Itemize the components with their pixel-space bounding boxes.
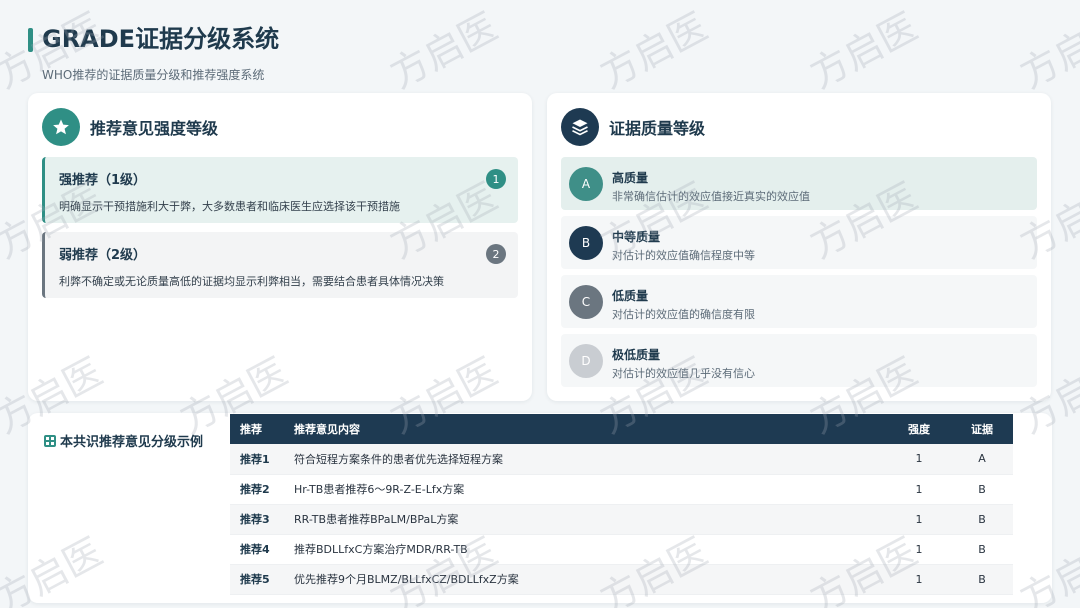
examples-card: 本共识推荐意见分级示例 推荐 推荐意见内容 强度 证据 推荐1 符合短程方案条件… [28,413,1052,603]
watermark: 方启医 [592,4,715,97]
quality-description: 非常确信估计的效应值接近真实的效应值 [612,190,810,203]
examples-table: 推荐 推荐意见内容 强度 证据 推荐1 符合短程方案条件的患者优先选择短程方案 … [230,414,1013,595]
watermark: 方启医 [382,4,505,97]
quality-title: 极低质量 [612,348,661,362]
quality-title: 中等质量 [612,230,661,244]
cell-recommendation: 推荐5 [230,564,284,595]
examples-heading: 本共识推荐意见分级示例 [44,431,203,450]
quality-letter-badge: C [569,285,603,319]
cell-evidence: A [951,444,1013,475]
examples-label: 本共识推荐意见分级示例 [60,435,204,450]
quality-title: 高质量 [612,171,649,185]
rec-title: 弱推荐（2级） [59,248,147,263]
page-header: GRADE证据分级系统 WHO推荐的证据质量分级和推荐强度系统 [28,22,280,82]
card-title: 推荐意见强度等级 [90,119,219,138]
evidence-quality-card: 证据质量等级 A 高质量 非常确信估计的效应值接近真实的效应值 B 中等质量 对… [547,93,1051,401]
cell-evidence: B [951,534,1013,565]
page-title: GRADE证据分级系统 [42,25,280,53]
quality-description: 对估计的效应值的确信度有限 [612,308,755,321]
table-header-row: 推荐 推荐意见内容 强度 证据 [230,414,1013,444]
recommendation-strength-card: 推荐意见强度等级 强推荐（1级） 明确显示干预措施利大于弊，大多数患者和临床医生… [28,93,532,401]
cell-strength: 1 [887,504,951,535]
col-header-evidence: 证据 [971,423,993,436]
cell-content: Hr-TB患者推荐6～9R-Z-E-Lfx方案 [284,474,887,505]
quality-title: 低质量 [612,289,649,303]
table-row: 推荐1 符合短程方案条件的患者优先选择短程方案 1 A [230,444,1013,475]
rec-description: 明确显示干预措施利大于弊，大多数患者和临床医生应选择该干预措施 [59,200,400,213]
cell-content: 推荐BDLLfxC方案治疗MDR/RR-TB [284,534,887,565]
table-row: 推荐4 推荐BDLLfxC方案治疗MDR/RR-TB 1 B [230,534,1013,565]
weak-recommendation-item: 弱推荐（2级） 利弊不确定或无论质量高低的证据均显示利弊相当，需要结合患者具体情… [42,232,518,298]
layers-icon [561,108,599,146]
cell-recommendation: 推荐1 [230,444,284,475]
page-subtitle: WHO推荐的证据质量分级和推荐强度系统 [42,68,265,82]
quality-description: 对估计的效应值确信程度中等 [612,249,755,262]
quality-item-d: D 极低质量 对估计的效应值几乎没有信心 [561,334,1037,387]
table-row: 推荐5 优先推荐9个月BLMZ/BLLfxCZ/BDLLfxZ方案 1 B [230,564,1013,595]
cell-strength: 1 [887,474,951,505]
cell-content: 符合短程方案条件的患者优先选择短程方案 [284,444,887,475]
cell-evidence: B [951,504,1013,535]
cell-recommendation: 推荐3 [230,504,284,535]
quality-description: 对估计的效应值几乎没有信心 [612,367,755,380]
quality-letter-badge: A [569,167,603,201]
level-badge: 2 [486,244,506,264]
cell-evidence: B [951,564,1013,595]
table-row: 推荐2 Hr-TB患者推荐6～9R-Z-E-Lfx方案 1 B [230,474,1013,505]
quality-item-a: A 高质量 非常确信估计的效应值接近真实的效应值 [561,157,1037,210]
rec-description: 利弊不确定或无论质量高低的证据均显示利弊相当，需要结合患者具体情况决策 [59,275,444,288]
card-header: 推荐意见强度等级 [42,107,218,147]
rec-title: 强推荐（1级） [59,173,147,188]
cell-recommendation: 推荐4 [230,534,284,565]
cell-strength: 1 [887,444,951,475]
quality-letter-badge: D [569,344,603,378]
strong-recommendation-item: 强推荐（1级） 明确显示干预措施利大于弊，大多数患者和临床医生应选择该干预措施 … [42,157,518,223]
level-badge: 1 [486,169,506,189]
quality-letter-badge: B [569,226,603,260]
star-icon [42,108,80,146]
table-row: 推荐3 RR-TB患者推荐BPaLM/BPaL方案 1 B [230,504,1013,535]
cell-strength: 1 [887,564,951,595]
col-header-recommendation: 推荐 [240,423,262,436]
card-header: 证据质量等级 [561,107,705,147]
title-accent-bar [28,28,33,52]
col-header-content: 推荐意见内容 [294,423,360,436]
quality-item-c: C 低质量 对估计的效应值的确信度有限 [561,275,1037,328]
col-header-strength: 强度 [908,423,930,436]
cell-strength: 1 [887,534,951,565]
quality-item-b: B 中等质量 对估计的效应值确信程度中等 [561,216,1037,269]
cell-content: RR-TB患者推荐BPaLM/BPaL方案 [284,504,887,535]
watermark: 方启医 [1012,4,1080,97]
cell-evidence: B [951,474,1013,505]
card-title: 证据质量等级 [609,119,706,138]
cell-content: 优先推荐9个月BLMZ/BLLfxCZ/BDLLfxZ方案 [284,564,887,595]
cell-recommendation: 推荐2 [230,474,284,505]
watermark: 方启医 [802,4,925,97]
table-icon [44,434,56,447]
